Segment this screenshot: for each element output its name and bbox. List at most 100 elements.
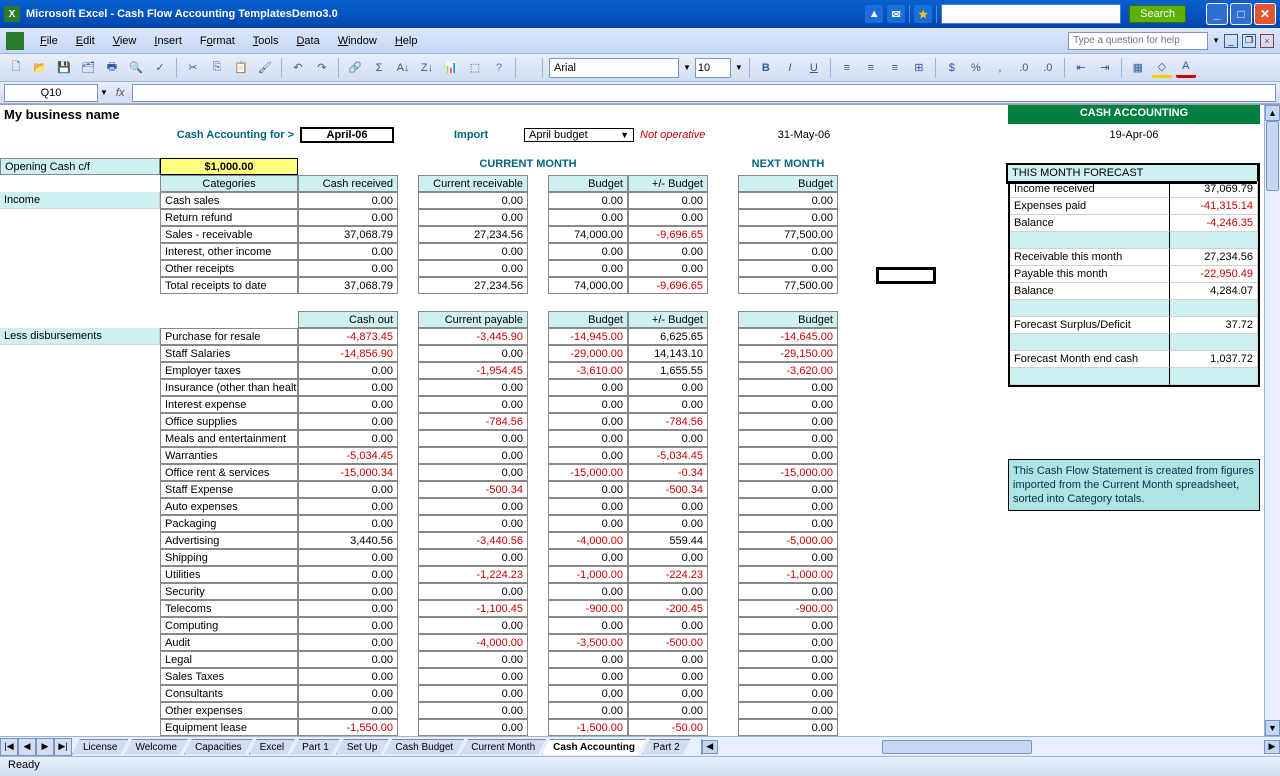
category-cell[interactable]: Staff Salaries bbox=[160, 345, 298, 362]
category-cell[interactable]: Sales - receivable bbox=[160, 226, 298, 243]
hscroll-right-icon[interactable]: ▶ bbox=[1264, 740, 1280, 754]
data-cell[interactable]: 0.00 bbox=[418, 668, 528, 685]
data-cell[interactable]: -224.23 bbox=[628, 566, 708, 583]
menu-insert[interactable]: Insert bbox=[146, 32, 190, 50]
data-cell[interactable]: 0.00 bbox=[548, 396, 628, 413]
data-cell[interactable]: -9,696.65 bbox=[628, 277, 708, 294]
tab-last-icon[interactable]: ▶| bbox=[54, 738, 72, 756]
fx-icon[interactable]: fx bbox=[116, 87, 125, 99]
data-cell[interactable]: 0.00 bbox=[548, 243, 628, 260]
category-cell[interactable]: Audit bbox=[160, 634, 298, 651]
data-cell[interactable]: 0.00 bbox=[418, 192, 528, 209]
category-cell[interactable]: Security bbox=[160, 583, 298, 600]
data-cell[interactable]: 27,234.56 bbox=[418, 277, 528, 294]
data-cell[interactable]: 0.00 bbox=[298, 379, 398, 396]
category-cell[interactable]: Cash sales bbox=[160, 192, 298, 209]
data-cell[interactable]: 0.00 bbox=[298, 430, 398, 447]
sheet-tab[interactable]: Part 1 bbox=[291, 739, 340, 755]
data-cell[interactable]: -14,856.90 bbox=[298, 345, 398, 362]
data-cell[interactable]: 0.00 bbox=[628, 685, 708, 702]
data-cell[interactable]: -9,696.65 bbox=[628, 226, 708, 243]
scroll-thumb[interactable] bbox=[1266, 121, 1279, 191]
data-cell[interactable]: 0.00 bbox=[738, 549, 838, 566]
data-cell[interactable]: 0.00 bbox=[548, 430, 628, 447]
menu-edit[interactable]: Edit bbox=[68, 32, 103, 50]
data-cell[interactable]: 0.00 bbox=[628, 396, 708, 413]
data-cell[interactable]: -29,150.00 bbox=[738, 345, 838, 362]
data-cell[interactable]: 0.00 bbox=[298, 651, 398, 668]
sheet-tab[interactable]: Excel bbox=[249, 739, 295, 755]
data-cell[interactable]: -4,000.00 bbox=[418, 634, 528, 651]
data-cell[interactable]: 0.00 bbox=[738, 617, 838, 634]
ext-icon-2[interactable]: ✉ bbox=[887, 5, 905, 23]
data-cell[interactable]: 0.00 bbox=[298, 413, 398, 430]
scroll-up-icon[interactable]: ▲ bbox=[1265, 105, 1280, 121]
merge-icon[interactable]: ⊞ bbox=[909, 58, 929, 78]
chart-icon[interactable]: 📊 bbox=[441, 58, 461, 78]
data-cell[interactable]: 77,500.00 bbox=[738, 226, 838, 243]
data-cell[interactable]: -1,000.00 bbox=[738, 566, 838, 583]
hscroll-left-icon[interactable]: ◀ bbox=[702, 740, 718, 754]
tab-next-icon[interactable]: ▶ bbox=[36, 738, 54, 756]
data-cell[interactable]: -3,620.00 bbox=[738, 362, 838, 379]
data-cell[interactable]: -1,224.23 bbox=[418, 566, 528, 583]
category-cell[interactable]: Return refund bbox=[160, 209, 298, 226]
category-cell[interactable]: Warranties bbox=[160, 447, 298, 464]
data-cell[interactable]: 0.00 bbox=[298, 243, 398, 260]
data-cell[interactable]: 0.00 bbox=[628, 379, 708, 396]
data-cell[interactable]: 74,000.00 bbox=[548, 226, 628, 243]
data-cell[interactable]: 0.00 bbox=[548, 668, 628, 685]
minimize-button[interactable]: _ bbox=[1206, 3, 1228, 25]
print-icon[interactable]: 🖶 bbox=[102, 58, 122, 78]
data-cell[interactable]: -1,954.45 bbox=[418, 362, 528, 379]
drawing-icon[interactable]: ⬚ bbox=[465, 58, 485, 78]
data-cell[interactable]: 0.00 bbox=[628, 583, 708, 600]
category-cell[interactable]: Employer taxes bbox=[160, 362, 298, 379]
data-cell[interactable]: 0.00 bbox=[418, 464, 528, 481]
data-cell[interactable]: -500.00 bbox=[628, 634, 708, 651]
copy-icon[interactable]: ⎘ bbox=[207, 58, 227, 78]
sheet-tab[interactable]: Cash Budget bbox=[384, 739, 464, 755]
data-cell[interactable]: 0.00 bbox=[738, 515, 838, 532]
worksheet[interactable]: My business name CASH ACCOUNTING Cash Ac… bbox=[0, 104, 1280, 736]
help-icon[interactable]: ? bbox=[489, 58, 509, 78]
category-cell[interactable]: Legal bbox=[160, 651, 298, 668]
data-cell[interactable]: -14,945.00 bbox=[548, 328, 628, 345]
sheet-tab[interactable]: Cash Accounting bbox=[542, 739, 646, 755]
decrease-decimal-icon[interactable]: .0 bbox=[1038, 58, 1058, 78]
vertical-scrollbar[interactable]: ▲ ▼ bbox=[1264, 105, 1280, 736]
data-cell[interactable]: 0.00 bbox=[298, 362, 398, 379]
data-cell[interactable]: 0.00 bbox=[418, 447, 528, 464]
data-cell[interactable]: -15,000.34 bbox=[298, 464, 398, 481]
data-cell[interactable]: 0.00 bbox=[418, 617, 528, 634]
data-cell[interactable]: 0.00 bbox=[298, 260, 398, 277]
data-cell[interactable]: -14,645.00 bbox=[738, 328, 838, 345]
menu-view[interactable]: View bbox=[105, 32, 145, 50]
category-cell[interactable]: Interest expense bbox=[160, 396, 298, 413]
data-cell[interactable]: 0.00 bbox=[628, 243, 708, 260]
category-cell[interactable]: Interest, other income bbox=[160, 243, 298, 260]
data-cell[interactable]: 0.00 bbox=[548, 447, 628, 464]
data-cell[interactable]: -15,000.00 bbox=[738, 464, 838, 481]
data-cell[interactable]: 0.00 bbox=[548, 192, 628, 209]
app-icon[interactable] bbox=[6, 32, 24, 50]
sheet-tab[interactable]: Set Up bbox=[336, 739, 389, 755]
data-cell[interactable]: 0.00 bbox=[548, 413, 628, 430]
align-right-icon[interactable]: ≡ bbox=[885, 58, 905, 78]
save-icon[interactable]: 💾 bbox=[54, 58, 74, 78]
data-cell[interactable]: 0.00 bbox=[418, 396, 528, 413]
category-cell[interactable]: Equipment lease bbox=[160, 719, 298, 736]
hscroll-thumb[interactable] bbox=[882, 740, 1032, 754]
data-cell[interactable]: 0.00 bbox=[628, 260, 708, 277]
category-cell[interactable]: Sales Taxes bbox=[160, 668, 298, 685]
format-painter-icon[interactable]: 🖌 bbox=[255, 58, 275, 78]
menu-window[interactable]: Window bbox=[330, 32, 385, 50]
category-cell[interactable]: Other expenses bbox=[160, 702, 298, 719]
category-cell[interactable]: Purchase for resale bbox=[160, 328, 298, 345]
data-cell[interactable]: 0.00 bbox=[738, 430, 838, 447]
data-cell[interactable]: 0.00 bbox=[738, 634, 838, 651]
data-cell[interactable]: 0.00 bbox=[548, 498, 628, 515]
data-cell[interactable]: 0.00 bbox=[298, 668, 398, 685]
data-cell[interactable]: 0.00 bbox=[738, 583, 838, 600]
data-cell[interactable]: -1,500.00 bbox=[548, 719, 628, 736]
